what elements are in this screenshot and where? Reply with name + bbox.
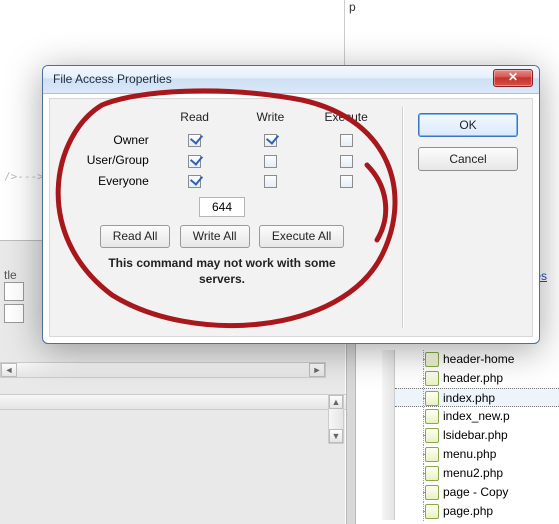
owner-read-checkbox[interactable] xyxy=(188,134,201,147)
scroll-up-icon[interactable]: ▲ xyxy=(329,395,343,409)
row-owner-label: Owner xyxy=(60,130,157,150)
file-name: index.php xyxy=(443,391,495,405)
scroll-right-icon[interactable]: ► xyxy=(309,363,325,377)
file-name: lsidebar.php xyxy=(443,428,508,442)
php-file-icon xyxy=(425,371,439,386)
file-name: page.php xyxy=(443,504,493,518)
php-file-icon xyxy=(425,428,439,443)
file-name: menu2.php xyxy=(443,466,503,480)
php-file-icon xyxy=(425,352,439,367)
php-file-icon xyxy=(425,485,439,500)
permissions-area: Read Write Execute Owner User/Group xyxy=(60,109,384,287)
numeric-mode-field[interactable]: 644 xyxy=(199,197,245,217)
file-list-scrollbar[interactable] xyxy=(382,350,395,520)
properties-title-fragment: tle xyxy=(4,268,17,282)
scroll-left-icon[interactable]: ◄ xyxy=(1,363,17,377)
permissions-table: Read Write Execute Owner User/Group xyxy=(60,109,384,191)
ok-button[interactable]: OK xyxy=(418,113,518,137)
file-name: menu.php xyxy=(443,447,496,461)
col-write: Write xyxy=(233,109,309,130)
file-row[interactable]: index_new.p xyxy=(395,407,559,426)
dialog-title: File Access Properties xyxy=(53,72,172,86)
file-name: header.php xyxy=(443,371,503,385)
close-icon: ✕ xyxy=(508,70,518,84)
file-row[interactable]: lsidebar.php xyxy=(395,426,559,445)
file-row[interactable]: page - Copy xyxy=(395,483,559,502)
col-execute: Execute xyxy=(308,109,384,130)
close-button[interactable]: ✕ xyxy=(493,69,533,87)
file-row[interactable]: menu2.php xyxy=(395,464,559,483)
file-row[interactable]: header-home xyxy=(395,350,559,369)
write-all-button[interactable]: Write All xyxy=(180,225,250,248)
file-row-selected[interactable]: index.php xyxy=(395,388,559,407)
col-read: Read xyxy=(157,109,233,130)
file-row[interactable]: page.php xyxy=(395,502,559,521)
group-execute-checkbox[interactable] xyxy=(340,155,353,168)
php-file-icon xyxy=(425,391,439,406)
php-file-icon xyxy=(425,466,439,481)
dialog-divider xyxy=(402,107,404,328)
file-name: header-home xyxy=(443,352,514,366)
everyone-write-checkbox[interactable] xyxy=(264,175,277,188)
row-everyone-label: Everyone xyxy=(60,171,157,191)
dialog-body: Read Write Execute Owner User/Group xyxy=(49,98,533,337)
panel-drag-bar[interactable] xyxy=(0,394,346,410)
cancel-button[interactable]: Cancel xyxy=(418,147,518,171)
properties-field-1[interactable] xyxy=(4,282,24,301)
file-name: page - Copy xyxy=(443,485,508,499)
owner-execute-checkbox[interactable] xyxy=(340,134,353,147)
execute-all-button[interactable]: Execute All xyxy=(259,225,344,248)
read-all-button[interactable]: Read All xyxy=(100,225,171,248)
code-text: />---> xyxy=(4,170,44,183)
file-name: index_new.p xyxy=(443,409,510,423)
group-read-checkbox[interactable] xyxy=(188,155,201,168)
dialog-titlebar[interactable]: File Access Properties ✕ xyxy=(43,66,539,94)
everyone-execute-checkbox[interactable] xyxy=(340,175,353,188)
properties-field-2[interactable] xyxy=(4,304,24,323)
group-write-checkbox[interactable] xyxy=(264,155,277,168)
everyone-read-checkbox[interactable] xyxy=(188,175,201,188)
warning-text: This command may not work with some serv… xyxy=(60,256,384,287)
php-file-icon xyxy=(425,409,439,424)
panel-scrollbar-vertical[interactable]: ▲ ▼ xyxy=(328,394,344,444)
bulk-buttons-row: Read All Write All Execute All xyxy=(60,225,384,248)
file-list: header-home header.php index.php index_n… xyxy=(395,350,559,521)
dialog-side-buttons: OK Cancel xyxy=(418,113,518,181)
file-access-properties-dialog: File Access Properties ✕ Read Write Exec… xyxy=(42,65,540,344)
file-row[interactable]: header.php xyxy=(395,369,559,388)
row-group-label: User/Group xyxy=(60,150,157,170)
php-file-icon xyxy=(425,447,439,462)
owner-write-checkbox[interactable] xyxy=(264,134,277,147)
scroll-down-icon[interactable]: ▼ xyxy=(329,429,343,443)
file-row[interactable]: menu.php xyxy=(395,445,559,464)
php-file-icon xyxy=(425,504,439,519)
properties-scrollbar-horizontal[interactable]: ◄ ► xyxy=(0,362,326,378)
